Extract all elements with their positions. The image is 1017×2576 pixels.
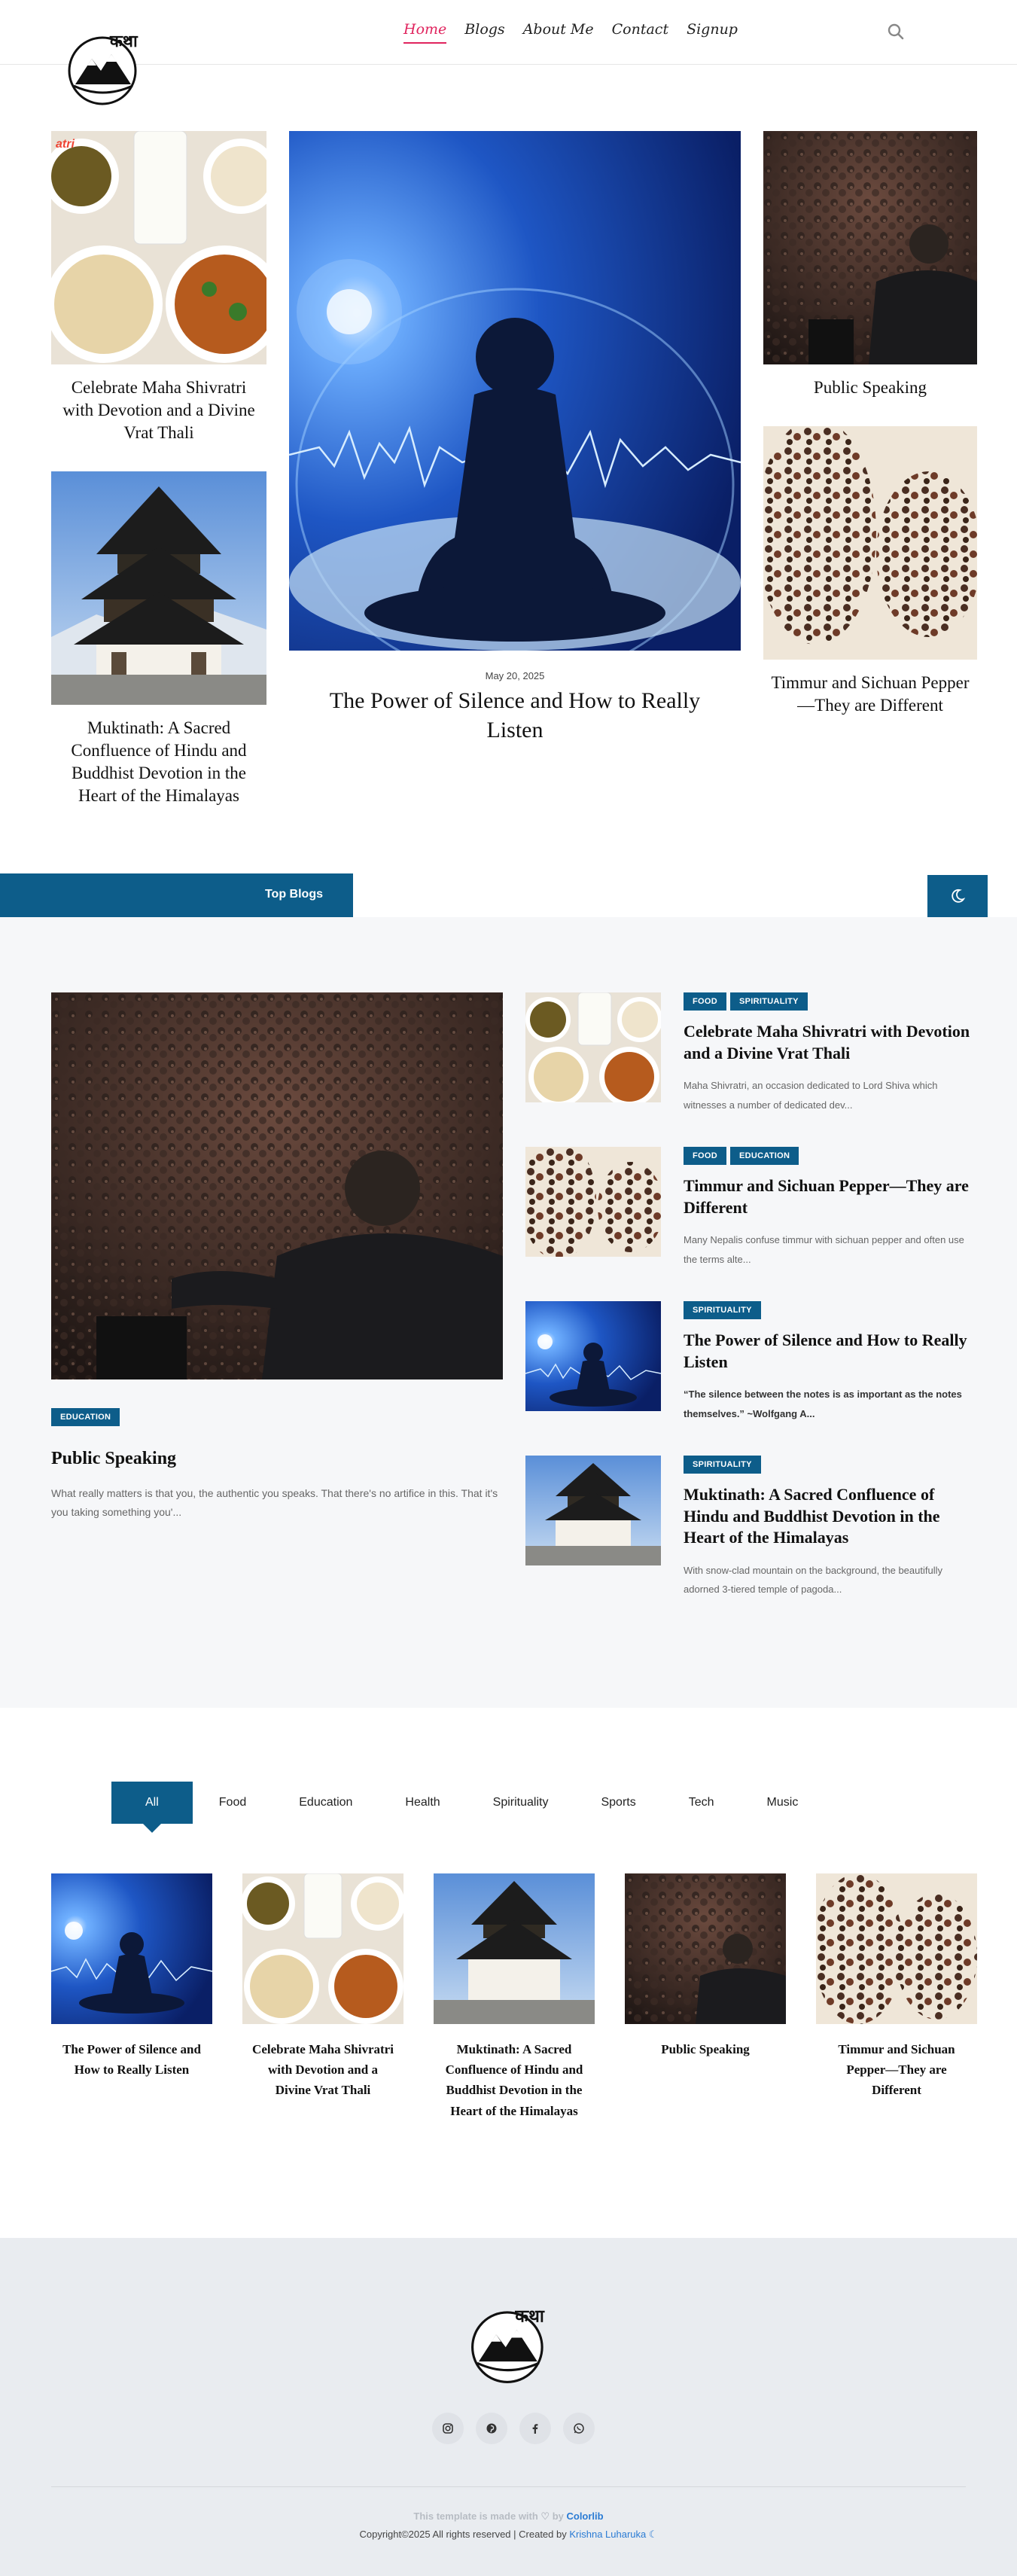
grid-card-title[interactable]: Muktinath: A Sacred Confluence of Hindu … xyxy=(434,2039,595,2121)
footer-copyright: Copyright©2025 All rights reserved | Cre… xyxy=(0,2529,1017,2541)
nav-signup[interactable]: Signup xyxy=(687,20,738,44)
hero-title-timmur[interactable]: Timmur and Sichuan Pepper—They are Diffe… xyxy=(763,672,977,717)
filter-all[interactable]: All xyxy=(111,1782,193,1833)
thali-image xyxy=(242,1873,403,2024)
list-item-title[interactable]: Muktinath: A Sacred Confluence of Hindu … xyxy=(684,1484,977,1549)
featured-post[interactable]: EDUCATION Public Speaking What really ma… xyxy=(51,992,503,1522)
filter-sports[interactable]: Sports xyxy=(574,1782,662,1824)
copyright-text: Copyright©2025 All rights reserved | Cre… xyxy=(359,2529,570,2540)
list-item-excerpt: Maha Shivratri, an occasion dedicated to… xyxy=(684,1080,938,1111)
site-header: Home Blogs About Me Contact Signup xyxy=(0,0,1017,65)
badge-food[interactable]: FOOD xyxy=(684,992,726,1011)
category-filters: All Food Education Health Spirituality S… xyxy=(111,1782,825,1833)
grid-card[interactable]: Muktinath: A Sacred Confluence of Hindu … xyxy=(434,1873,595,2121)
speaker-image xyxy=(763,131,977,364)
footer-divider xyxy=(51,2486,966,2487)
badge-spirituality[interactable]: SPIRITUALITY xyxy=(684,1456,761,1474)
hero-card-timmur[interactable]: Timmur and Sichuan Pepper—They are Diffe… xyxy=(763,426,977,717)
filter-spirituality[interactable]: Spirituality xyxy=(467,1782,575,1824)
hero-card-silence[interactable]: May 20, 2025 The Power of Silence and Ho… xyxy=(289,131,741,745)
site-logo[interactable]: कथा xyxy=(60,24,149,113)
grid-card-title[interactable]: Timmur and Sichuan Pepper—They are Diffe… xyxy=(816,2039,977,2101)
list-item[interactable]: SPIRITUALITY The Power of Silence and Ho… xyxy=(525,1301,977,1437)
moon-icon: ☾ xyxy=(648,2529,658,2540)
hero-date: May 20, 2025 xyxy=(485,670,545,681)
list-item-title[interactable]: Timmur and Sichuan Pepper—They are Diffe… xyxy=(684,1175,977,1218)
nav-home[interactable]: Home xyxy=(403,20,447,44)
facebook-icon[interactable] xyxy=(519,2413,551,2444)
top-blogs-label: Top Blogs xyxy=(264,888,323,901)
nav-about-me[interactable]: About Me xyxy=(523,20,594,44)
filter-tech[interactable]: Tech xyxy=(662,1782,741,1824)
list-item[interactable]: FOOD SPIRITUALITY Celebrate Maha Shivratr… xyxy=(525,992,977,1128)
list-item-excerpt: With snow-clad mountain on the backgroun… xyxy=(684,1564,942,1596)
made-prefix: This template is made with ♡ by xyxy=(413,2510,567,2522)
featured-title[interactable]: Public Speaking xyxy=(51,1449,503,1469)
grid-card[interactable]: The Power of Silence and How to Really L… xyxy=(51,1873,212,2080)
footer-logo[interactable]: कथा xyxy=(463,2298,556,2392)
colorlib-link[interactable]: Colorlib xyxy=(566,2510,603,2522)
meditation-image xyxy=(289,131,741,651)
hero-title-public-speaking[interactable]: Public Speaking xyxy=(763,376,977,399)
author-link[interactable]: Krishna Luharuka xyxy=(569,2529,646,2540)
thali-thumb xyxy=(525,992,661,1102)
featured-badge[interactable]: EDUCATION xyxy=(51,1408,120,1426)
hero-title-silence[interactable]: The Power of Silence and How to Really L… xyxy=(289,686,741,745)
svg-text:atri: atri xyxy=(56,138,75,151)
badge-food[interactable]: FOOD xyxy=(684,1147,726,1165)
nav-contact[interactable]: Contact xyxy=(612,20,668,44)
dark-mode-toggle[interactable] xyxy=(927,875,988,917)
grid-card-title[interactable]: Celebrate Maha Shivratri with Devotion a… xyxy=(242,2039,403,2101)
hero-card-shivratri[interactable]: atri Celebrate Maha Shivratri with Devot… xyxy=(51,131,266,444)
list-item-title[interactable]: Celebrate Maha Shivratri with Devotion a… xyxy=(684,1021,977,1064)
whatsapp-icon[interactable] xyxy=(563,2413,595,2444)
list-item-excerpt: Many Nepalis confuse timmur with sichuan… xyxy=(684,1234,964,1265)
grid-card-title[interactable]: Public Speaking xyxy=(625,2039,786,2059)
temple-thumb xyxy=(525,1456,661,1565)
instagram-icon[interactable] xyxy=(432,2413,464,2444)
badge-spirituality[interactable]: SPIRITUALITY xyxy=(729,992,808,1011)
hero-title-shivratri[interactable]: Celebrate Maha Shivratri with Devotion a… xyxy=(51,376,266,444)
nav-blogs[interactable]: Blogs xyxy=(464,20,504,44)
pepper-image xyxy=(763,426,977,660)
search-icon[interactable] xyxy=(885,21,906,42)
grid-card[interactable]: Timmur and Sichuan Pepper—They are Diffe… xyxy=(816,1873,977,2101)
thali-image: atri xyxy=(51,131,266,364)
main-nav: Home Blogs About Me Contact Signup xyxy=(403,20,756,44)
pepper-image xyxy=(816,1873,977,2024)
meditation-thumb xyxy=(525,1301,661,1411)
badge-education[interactable]: EDUCATION xyxy=(729,1147,799,1165)
moon-icon xyxy=(952,889,966,903)
temple-image xyxy=(434,1873,595,2024)
speaker-image xyxy=(625,1873,786,2024)
footer-logo-text: कथा xyxy=(514,2307,545,2327)
hero-title-muktinath[interactable]: Muktinath: A Sacred Confluence of Hindu … xyxy=(51,717,266,807)
meditation-image xyxy=(51,1873,212,2024)
pepper-thumb xyxy=(525,1147,661,1257)
list-item[interactable]: FOOD EDUCATION Timmur and Sichuan Pepper—… xyxy=(525,1147,977,1282)
grid-card[interactable]: Celebrate Maha Shivratri with Devotion a… xyxy=(242,1873,403,2101)
top-blogs-bar: Top Blogs xyxy=(0,873,353,917)
footer-made-by: This template is made with ♡ by Colorlib xyxy=(0,2510,1017,2523)
featured-excerpt: What really matters is that you, the aut… xyxy=(51,1487,498,1519)
hero-card-public-speaking[interactable]: Public Speaking xyxy=(763,131,977,399)
grid-card[interactable]: Public Speaking xyxy=(625,1873,786,2059)
list-item-title[interactable]: The Power of Silence and How to Really L… xyxy=(684,1330,977,1373)
grid-card-title[interactable]: The Power of Silence and How to Really L… xyxy=(51,2039,212,2080)
hero-card-muktinath[interactable]: Muktinath: A Sacred Confluence of Hindu … xyxy=(51,471,266,807)
featured-image xyxy=(51,992,503,1379)
filter-music[interactable]: Music xyxy=(741,1782,825,1824)
list-item-excerpt: “The silence between the notes is as imp… xyxy=(684,1389,962,1419)
site-footer: कथा This template is made with ♡ by Colo… xyxy=(0,2238,1017,2576)
temple-image xyxy=(51,471,266,705)
logo-text: कथा xyxy=(109,32,139,51)
badge-spirituality[interactable]: SPIRITUALITY xyxy=(684,1301,761,1319)
filter-education[interactable]: Education xyxy=(273,1782,379,1824)
social-links xyxy=(432,2413,595,2444)
pinterest-icon[interactable] xyxy=(476,2413,507,2444)
list-item[interactable]: SPIRITUALITY Muktinath: A Sacred Conflue… xyxy=(525,1456,977,1595)
top-blogs-section: EDUCATION Public Speaking What really ma… xyxy=(0,917,1017,1708)
filter-health[interactable]: Health xyxy=(379,1782,466,1824)
filter-food[interactable]: Food xyxy=(193,1782,273,1824)
